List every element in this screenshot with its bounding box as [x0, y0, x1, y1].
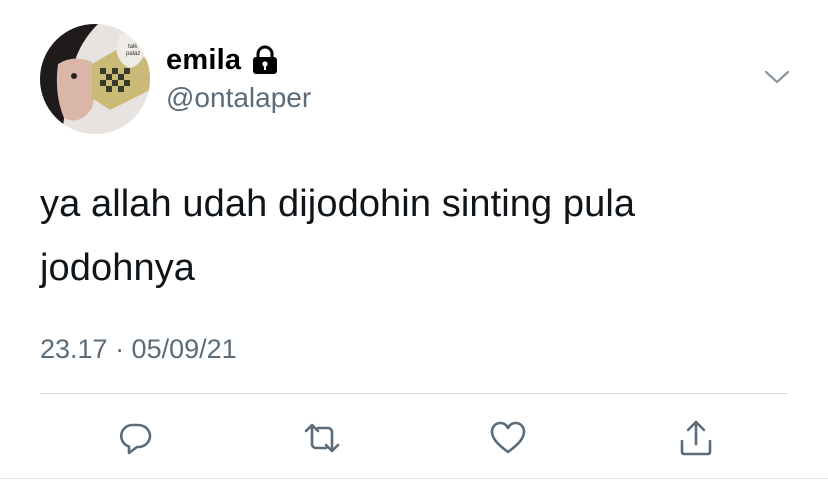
svg-text:palaz: palaz: [126, 51, 140, 57]
user-handle[interactable]: @ontalaper: [166, 82, 311, 114]
avatar-image: talk palaz: [40, 24, 150, 134]
display-name-row[interactable]: emila: [166, 40, 279, 80]
display-name[interactable]: emila: [166, 44, 241, 77]
share-button[interactable]: [676, 418, 716, 458]
divider: [40, 393, 788, 394]
heart-icon: [490, 421, 526, 454]
tweet-text-line: jodohnya: [40, 247, 196, 289]
reply-button[interactable]: [115, 418, 155, 458]
reply-icon: [120, 423, 152, 455]
svg-text:talk: talk: [128, 44, 138, 50]
share-icon: [680, 420, 712, 456]
chevron-down-icon[interactable]: [764, 66, 790, 88]
lock-icon: [251, 45, 279, 75]
retweet-button[interactable]: [302, 418, 342, 458]
avatar[interactable]: talk palaz: [40, 24, 150, 134]
tweet-timestamp[interactable]: 23.17 · 05/09/21: [40, 334, 237, 365]
like-button[interactable]: [488, 418, 528, 458]
tweet-text: ya allah udah dijodohin sinting pula jod…: [40, 172, 780, 300]
bottom-divider: [0, 478, 828, 479]
tweet-text-line: ya allah udah dijodohin sinting pula: [40, 183, 636, 225]
tweet-card: talk palaz emila @ontalaper ya allah uda…: [0, 0, 828, 482]
retweet-icon: [304, 423, 340, 453]
